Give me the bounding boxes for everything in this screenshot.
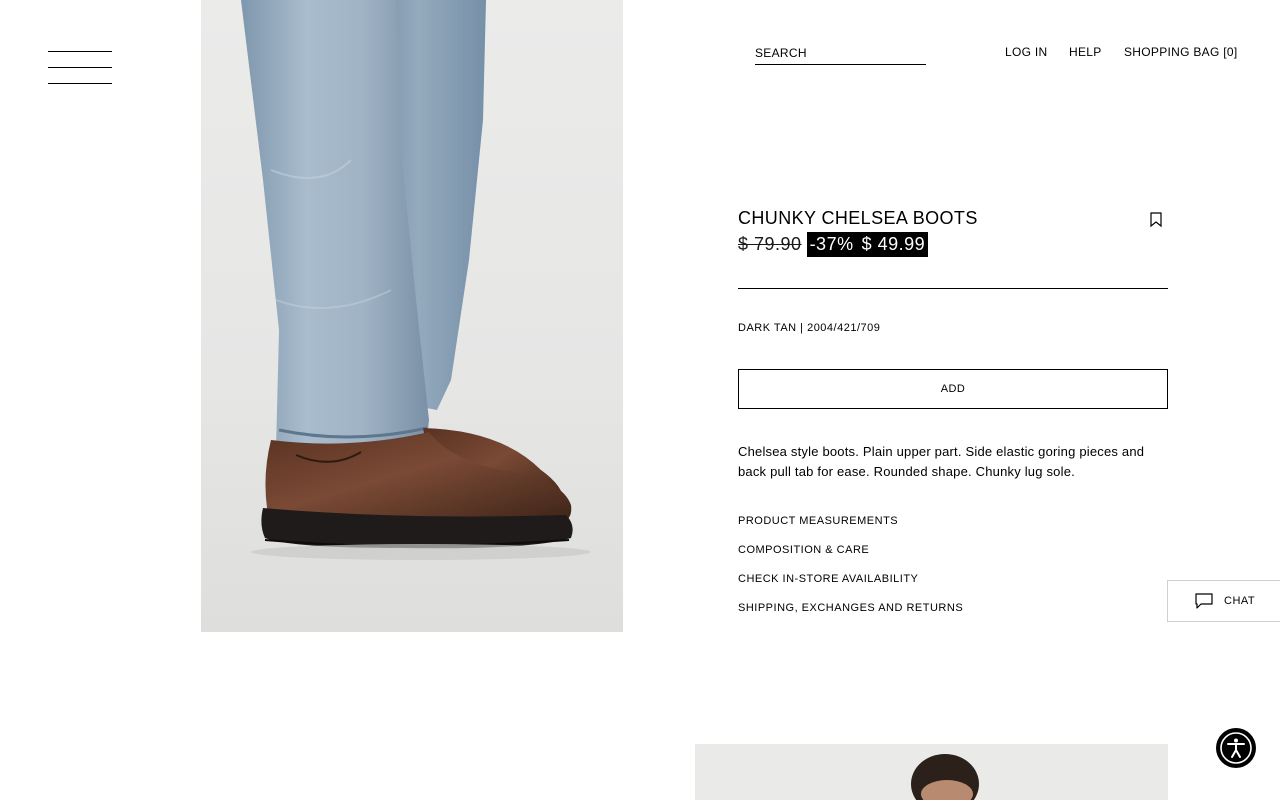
- login-link[interactable]: LOG IN: [1005, 45, 1047, 59]
- color-reference: DARK TAN | 2004/421/709: [738, 322, 881, 334]
- chat-label: CHAT: [1224, 595, 1256, 607]
- accessibility-icon: [1220, 732, 1252, 764]
- search-input[interactable]: [755, 46, 926, 60]
- shopping-bag-link[interactable]: SHOPPING BAG [0]: [1124, 45, 1238, 59]
- chat-button[interactable]: CHAT: [1167, 580, 1280, 622]
- accessibility-button[interactable]: [1216, 728, 1256, 768]
- chat-bubble-icon: [1195, 593, 1213, 609]
- price-block: $ 79.90 -37% $ 49.99: [738, 232, 929, 257]
- bookmark-icon[interactable]: [1149, 212, 1163, 228]
- original-price: $ 79.90: [738, 234, 802, 254]
- help-link[interactable]: HELP: [1069, 45, 1102, 59]
- divider: [738, 288, 1168, 289]
- sale-price-badge: -37% $ 49.99: [806, 232, 929, 257]
- bookmark-icon-graphic: [1150, 212, 1162, 228]
- product-photo-illustration: [201, 0, 623, 632]
- shipping-returns-link[interactable]: SHIPPING, EXCHANGES AND RETURNS: [738, 602, 963, 614]
- product-description: Chelsea style boots. Plain upper part. S…: [738, 444, 1145, 479]
- product-title: CHUNKY CHELSEA BOOTS: [738, 208, 978, 228]
- model-photo-illustration: [695, 744, 1168, 800]
- product-measurements-link[interactable]: PRODUCT MEASUREMENTS: [738, 515, 898, 527]
- hamburger-line: [48, 83, 112, 84]
- product-image-main[interactable]: [201, 0, 623, 632]
- hamburger-icon: [48, 51, 112, 52]
- discount-percent: -37%: [809, 234, 854, 254]
- menu-hamburger-button[interactable]: [48, 51, 112, 85]
- hamburger-line: [48, 67, 112, 68]
- sale-price: $ 49.99: [861, 234, 926, 254]
- add-to-bag-button[interactable]: ADD: [738, 369, 1168, 409]
- composition-care-link[interactable]: COMPOSITION & CARE: [738, 544, 869, 556]
- store-availability-link[interactable]: CHECK IN-STORE AVAILABILITY: [738, 573, 918, 585]
- product-image-secondary[interactable]: [695, 744, 1168, 800]
- search-field[interactable]: [755, 44, 926, 65]
